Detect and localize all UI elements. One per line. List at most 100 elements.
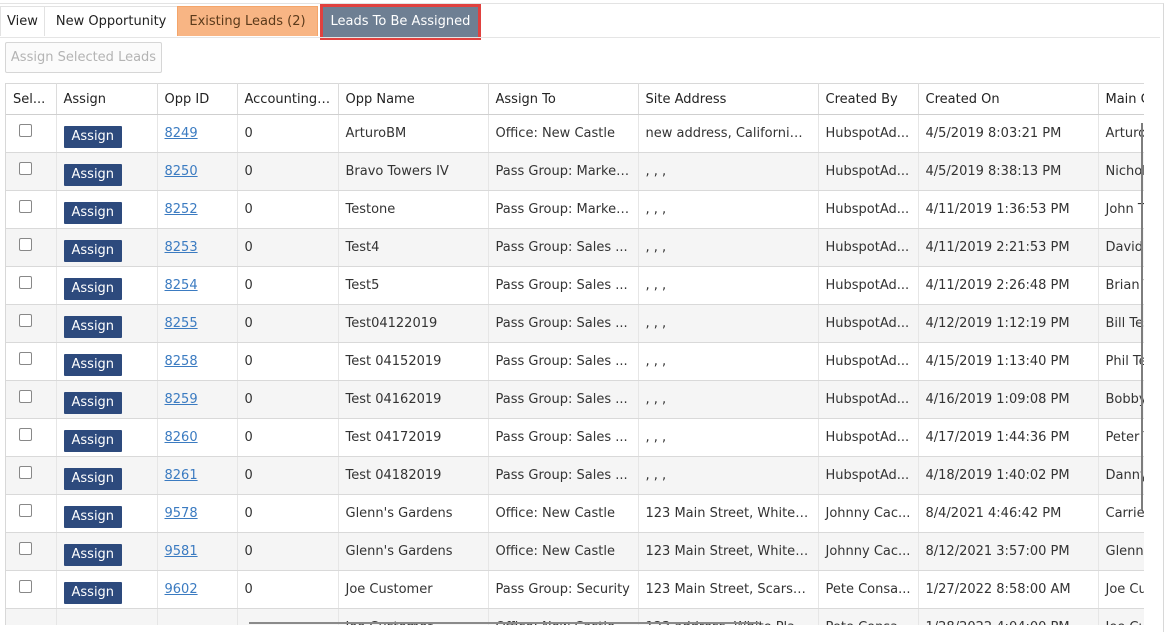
col-opp-id[interactable]: Opp ID <box>157 83 238 115</box>
opp-id-link[interactable]: 8259 <box>165 392 198 407</box>
select-cell <box>6 380 57 419</box>
row-select-checkbox[interactable] <box>19 466 32 479</box>
select-cell <box>6 532 57 571</box>
assign-button[interactable]: Assign <box>63 163 123 186</box>
col-assign-to[interactable]: Assign To <box>488 83 639 115</box>
created-by-cell: HubspotAd... <box>818 418 919 457</box>
opp-name-cell: Test 04162019 <box>338 380 489 419</box>
select-cell <box>6 342 57 381</box>
tab-leads-to-be-assigned[interactable]: Leads To Be Assigned <box>319 4 482 40</box>
col-created-on[interactable]: Created On <box>918 83 1099 115</box>
vertical-scrollbar[interactable] <box>1141 123 1143 510</box>
row-select-checkbox[interactable] <box>19 504 32 517</box>
table-row: Assign 9602 0 Joe Customer Pass Group: Secur… <box>6 570 1144 609</box>
col-accounting[interactable]: Accounting ... <box>237 83 339 115</box>
col-created-by[interactable]: Created By <box>818 83 919 115</box>
assign-button[interactable]: Assign <box>63 125 123 148</box>
opp-id-link[interactable]: 9581 <box>165 544 198 559</box>
accounting-cell: 0 <box>237 266 339 305</box>
row-select-checkbox[interactable] <box>19 200 32 213</box>
row-select-checkbox[interactable] <box>19 314 32 327</box>
table-row: Assign 9578 0 Glenn's Gardens Office: New Ca… <box>6 494 1144 533</box>
col-select[interactable]: Sel... <box>6 83 57 115</box>
row-select-checkbox[interactable] <box>19 162 32 175</box>
accounting-cell: 0 <box>237 190 339 229</box>
opp-id-cell: 8259 <box>157 380 238 419</box>
horizontal-scrollbar[interactable] <box>249 622 759 624</box>
col-main-contact[interactable]: Main C <box>1098 83 1144 115</box>
assign-to-cell: Pass Group: Sales ... <box>488 266 639 305</box>
assign-to-cell: Pass Group: Sales ... <box>488 380 639 419</box>
assign-button[interactable]: Assign <box>63 315 123 338</box>
row-select-checkbox[interactable] <box>19 542 32 555</box>
main-contact-cell: David T <box>1098 228 1144 267</box>
assign-cell: Assign <box>56 190 158 229</box>
created-on-cell: 4/12/2019 1:12:19 PM <box>918 304 1099 343</box>
assign-button[interactable]: Assign <box>63 429 123 452</box>
assign-button[interactable]: Assign <box>63 467 123 490</box>
opp-id-cell: 8261 <box>157 456 238 495</box>
created-by-cell: HubspotAd... <box>818 304 919 343</box>
accounting-cell: 0 <box>237 456 339 495</box>
row-select-checkbox[interactable] <box>19 276 32 289</box>
assign-button[interactable]: Assign <box>63 581 123 604</box>
table-row: Assign 8254 0 Test5 Pass Group: Sales ..., ,… <box>6 266 1144 305</box>
main-contact-cell: Joe Cu <box>1098 570 1144 609</box>
table-row: Assign 8258 0 Test 04152019 Pass Group: Sale… <box>6 342 1144 381</box>
created-by-cell: HubspotAd... <box>818 114 919 153</box>
opp-id-link[interactable]: 8249 <box>165 126 198 141</box>
assign-button[interactable]: Assign <box>63 505 123 528</box>
col-assign[interactable]: Assign <box>56 83 158 115</box>
opp-name-cell: Test4 <box>338 228 489 267</box>
main-contact-cell: Glenn <box>1098 532 1144 571</box>
row-select-checkbox[interactable] <box>19 124 32 137</box>
col-site-address[interactable]: Site Address <box>638 83 819 115</box>
created-by-cell: HubspotAd... <box>818 456 919 495</box>
assign-button[interactable]: Assign <box>63 201 123 224</box>
created-on-cell: 4/15/2019 1:13:40 PM <box>918 342 1099 381</box>
row-select-checkbox[interactable] <box>19 390 32 403</box>
row-select-checkbox[interactable] <box>19 352 32 365</box>
assign-cell <box>56 608 158 625</box>
opp-id-link[interactable]: 8258 <box>165 354 198 369</box>
opp-id-cell: 8255 <box>157 304 238 343</box>
opp-name-cell: Glenn's Gardens <box>338 532 489 571</box>
created-on-cell: 4/17/2019 1:44:36 PM <box>918 418 1099 457</box>
assign-cell: Assign <box>56 456 158 495</box>
assign-button[interactable]: Assign <box>63 391 123 414</box>
select-cell <box>6 152 57 191</box>
assign-cell: Assign <box>56 266 158 305</box>
opp-id-cell <box>157 608 238 625</box>
assign-button[interactable]: Assign <box>63 277 123 300</box>
opp-id-link[interactable]: 8254 <box>165 278 198 293</box>
accounting-cell: 0 <box>237 570 339 609</box>
assign-button[interactable]: Assign <box>63 353 123 376</box>
assign-button[interactable]: Assign <box>63 543 123 566</box>
created-by-cell: Pete Consa... <box>818 570 919 609</box>
tab-view[interactable]: View <box>0 6 45 36</box>
opp-id-link[interactable]: 9602 <box>165 582 198 597</box>
opp-id-link[interactable]: 8255 <box>165 316 198 331</box>
tab-new-opportunity[interactable]: New Opportunity <box>43 6 179 36</box>
leads-grid: Sel... Assign Opp ID Accounting ... Opp … <box>5 83 1144 625</box>
opp-id-link[interactable]: 8260 <box>165 430 198 445</box>
opp-id-link[interactable]: 8252 <box>165 202 198 217</box>
table-row: Assign 8249 0 ArturoBM Office: New Castle new… <box>6 114 1144 153</box>
accounting-cell: 0 <box>237 152 339 191</box>
assign-cell: Assign <box>56 114 158 153</box>
table-row: Assign 8250 0 Bravo Towers IV Pass Group: Ma… <box>6 152 1144 191</box>
tab-existing-leads[interactable]: Existing Leads (2) <box>177 6 318 36</box>
opp-id-link[interactable]: 8261 <box>165 468 198 483</box>
row-select-checkbox[interactable] <box>19 428 32 441</box>
assign-cell: Assign <box>56 342 158 381</box>
assign-to-cell: Pass Group: Security <box>488 570 639 609</box>
col-opp-name[interactable]: Opp Name <box>338 83 489 115</box>
site-address-cell: 123 Main Street, White ... <box>638 494 819 533</box>
assign-button[interactable]: Assign <box>63 239 123 262</box>
row-select-checkbox[interactable] <box>19 580 32 593</box>
assign-selected-leads-button[interactable]: Assign Selected Leads <box>5 42 162 73</box>
opp-id-link[interactable]: 8250 <box>165 164 198 179</box>
row-select-checkbox[interactable] <box>19 238 32 251</box>
opp-id-link[interactable]: 9578 <box>165 506 198 521</box>
opp-id-link[interactable]: 8253 <box>165 240 198 255</box>
